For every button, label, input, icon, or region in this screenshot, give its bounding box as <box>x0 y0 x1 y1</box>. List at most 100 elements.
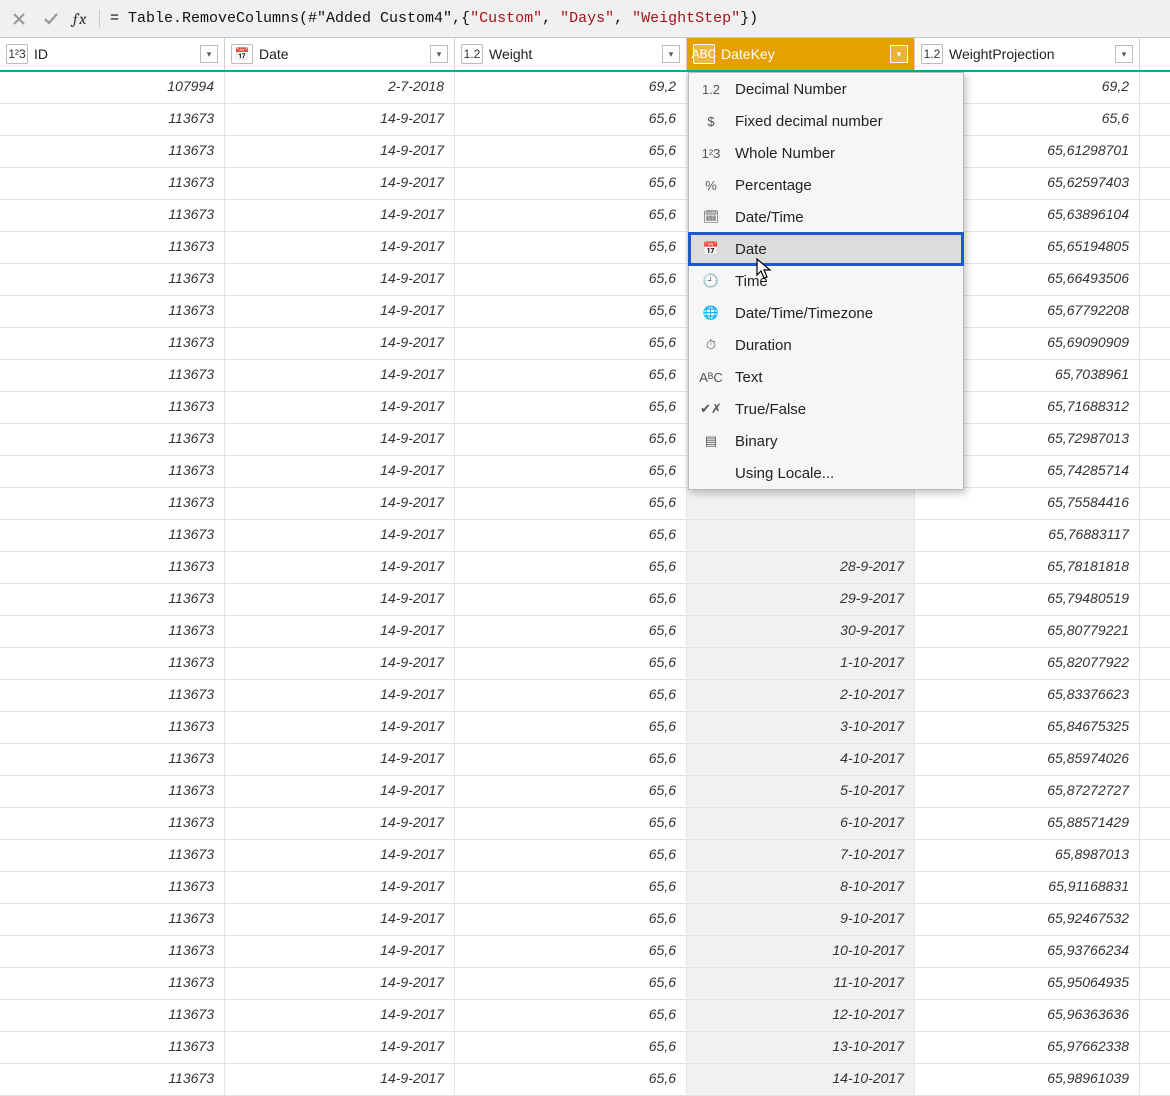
cell-date[interactable]: 14-9-2017 <box>225 776 455 807</box>
table-row[interactable]: 11367314-9-201765,614-10-201765,98961039 <box>0 1064 1170 1096</box>
cell-date[interactable]: 14-9-2017 <box>225 520 455 551</box>
fx-icon[interactable]: ƒx <box>72 10 100 28</box>
cell-dk[interactable]: 2-10-2017 <box>687 680 915 711</box>
cell-date[interactable]: 14-9-2017 <box>225 488 455 519</box>
cell-w[interactable]: 65,6 <box>455 776 687 807</box>
cell-date[interactable]: 14-9-2017 <box>225 904 455 935</box>
cell-date[interactable]: 14-9-2017 <box>225 424 455 455</box>
table-row[interactable]: 11367314-9-201765,67-10-201765,8987013 <box>0 840 1170 872</box>
cell-dk[interactable] <box>687 520 915 551</box>
type-icon-decimal[interactable]: 1.2 <box>461 44 483 64</box>
table-row[interactable]: 11367314-9-201765,665,71688312 <box>0 392 1170 424</box>
cell-date[interactable]: 14-9-2017 <box>225 264 455 295</box>
cell-w[interactable]: 65,6 <box>455 968 687 999</box>
cell-wp[interactable]: 65,75584416 <box>915 488 1140 519</box>
cell-dk[interactable]: 29-9-2017 <box>687 584 915 615</box>
filter-dropdown-icon[interactable]: ▾ <box>430 45 448 63</box>
cell-date[interactable]: 14-9-2017 <box>225 968 455 999</box>
cell-id[interactable]: 113673 <box>0 840 225 871</box>
type-menu-item-using-locale[interactable]: Using Locale... <box>689 457 963 489</box>
cell-date[interactable]: 14-9-2017 <box>225 1064 455 1095</box>
cell-date[interactable]: 14-9-2017 <box>225 296 455 327</box>
filter-dropdown-icon[interactable]: ▾ <box>890 45 908 63</box>
type-icon-decimal[interactable]: 1.2 <box>921 44 943 64</box>
type-menu-item-fixed-decimal-number[interactable]: $Fixed decimal number <box>689 105 963 137</box>
cell-id[interactable]: 113673 <box>0 424 225 455</box>
table-row[interactable]: 11367314-9-201765,66-10-201765,88571429 <box>0 808 1170 840</box>
table-row[interactable]: 11367314-9-201765,665,74285714 <box>0 456 1170 488</box>
type-icon-any[interactable]: ABC <box>693 44 715 64</box>
cell-w[interactable]: 65,6 <box>455 328 687 359</box>
cell-date[interactable]: 14-9-2017 <box>225 136 455 167</box>
cell-date[interactable]: 14-9-2017 <box>225 808 455 839</box>
cell-id[interactable]: 113673 <box>0 360 225 391</box>
cell-w[interactable]: 65,6 <box>455 904 687 935</box>
cell-date[interactable]: 14-9-2017 <box>225 104 455 135</box>
filter-dropdown-icon[interactable]: ▾ <box>1115 45 1133 63</box>
table-row[interactable]: 11367314-9-201765,665,62597403 <box>0 168 1170 200</box>
cell-wp[interactable]: 65,85974026 <box>915 744 1140 775</box>
cell-date[interactable]: 2-7-2018 <box>225 72 455 103</box>
cell-id[interactable]: 113673 <box>0 712 225 743</box>
table-row[interactable]: 11367314-9-201765,665,75584416 <box>0 488 1170 520</box>
cell-w[interactable]: 65,6 <box>455 136 687 167</box>
cell-id[interactable]: 113673 <box>0 936 225 967</box>
formula-input[interactable]: = Table.RemoveColumns(#"Added Custom4",{… <box>110 10 1162 27</box>
cell-dk[interactable]: 4-10-2017 <box>687 744 915 775</box>
table-row[interactable]: 11367314-9-201765,665,7038961 <box>0 360 1170 392</box>
cell-date[interactable]: 14-9-2017 <box>225 456 455 487</box>
cell-id[interactable]: 113673 <box>0 744 225 775</box>
cell-wp[interactable]: 65,8987013 <box>915 840 1140 871</box>
table-row[interactable]: 11367314-9-201765,68-10-201765,91168831 <box>0 872 1170 904</box>
table-row[interactable]: 11367314-9-201765,65-10-201765,87272727 <box>0 776 1170 808</box>
cell-w[interactable]: 65,6 <box>455 232 687 263</box>
cell-dk[interactable]: 7-10-2017 <box>687 840 915 871</box>
table-row[interactable]: 11367314-9-201765,665,69090909 <box>0 328 1170 360</box>
cell-dk[interactable]: 3-10-2017 <box>687 712 915 743</box>
cell-id[interactable]: 113673 <box>0 552 225 583</box>
cell-dk[interactable]: 30-9-2017 <box>687 616 915 647</box>
cell-date[interactable]: 14-9-2017 <box>225 392 455 423</box>
cell-date[interactable]: 14-9-2017 <box>225 232 455 263</box>
cell-dk[interactable] <box>687 488 915 519</box>
cell-w[interactable]: 65,6 <box>455 616 687 647</box>
cell-id[interactable]: 113673 <box>0 584 225 615</box>
cell-w[interactable]: 65,6 <box>455 648 687 679</box>
cell-id[interactable]: 113673 <box>0 200 225 231</box>
cell-dk[interactable]: 13-10-2017 <box>687 1032 915 1063</box>
cell-w[interactable]: 65,6 <box>455 872 687 903</box>
cell-id[interactable]: 113673 <box>0 520 225 551</box>
table-row[interactable]: 11367314-9-201765,629-9-201765,79480519 <box>0 584 1170 616</box>
cell-id[interactable]: 113673 <box>0 328 225 359</box>
table-row[interactable]: 11367314-9-201765,612-10-201765,96363636 <box>0 1000 1170 1032</box>
table-row[interactable]: 11367314-9-201765,630-9-201765,80779221 <box>0 616 1170 648</box>
cell-date[interactable]: 14-9-2017 <box>225 936 455 967</box>
cell-w[interactable]: 65,6 <box>455 1032 687 1063</box>
cell-date[interactable]: 14-9-2017 <box>225 200 455 231</box>
cell-w[interactable]: 65,6 <box>455 712 687 743</box>
cell-id[interactable]: 113673 <box>0 808 225 839</box>
cell-id[interactable]: 113673 <box>0 904 225 935</box>
cell-w[interactable]: 65,6 <box>455 680 687 711</box>
cell-dk[interactable]: 9-10-2017 <box>687 904 915 935</box>
column-header-weightprojection[interactable]: 1.2 WeightProjection ▾ <box>915 38 1140 70</box>
cell-w[interactable]: 65,6 <box>455 200 687 231</box>
cell-dk[interactable]: 5-10-2017 <box>687 776 915 807</box>
type-menu-item-true-false[interactable]: ✔✗True/False <box>689 393 963 425</box>
cell-wp[interactable]: 65,98961039 <box>915 1064 1140 1095</box>
cell-w[interactable]: 65,6 <box>455 456 687 487</box>
cell-id[interactable]: 113673 <box>0 136 225 167</box>
column-header-weight[interactable]: 1.2 Weight ▾ <box>455 38 687 70</box>
filter-dropdown-icon[interactable]: ▾ <box>200 45 218 63</box>
cell-wp[interactable]: 65,79480519 <box>915 584 1140 615</box>
cell-dk[interactable]: 28-9-2017 <box>687 552 915 583</box>
type-menu-item-decimal-number[interactable]: 1.2Decimal Number <box>689 73 963 105</box>
cell-date[interactable]: 14-9-2017 <box>225 1000 455 1031</box>
formula-cancel-button[interactable] <box>8 8 30 30</box>
type-menu-item-duration[interactable]: ⏱Duration <box>689 329 963 361</box>
cell-id[interactable]: 113673 <box>0 232 225 263</box>
cell-w[interactable]: 65,6 <box>455 104 687 135</box>
column-header-date[interactable]: 📅 Date ▾ <box>225 38 455 70</box>
cell-wp[interactable]: 65,76883117 <box>915 520 1140 551</box>
table-row[interactable]: 11367314-9-201765,665,72987013 <box>0 424 1170 456</box>
